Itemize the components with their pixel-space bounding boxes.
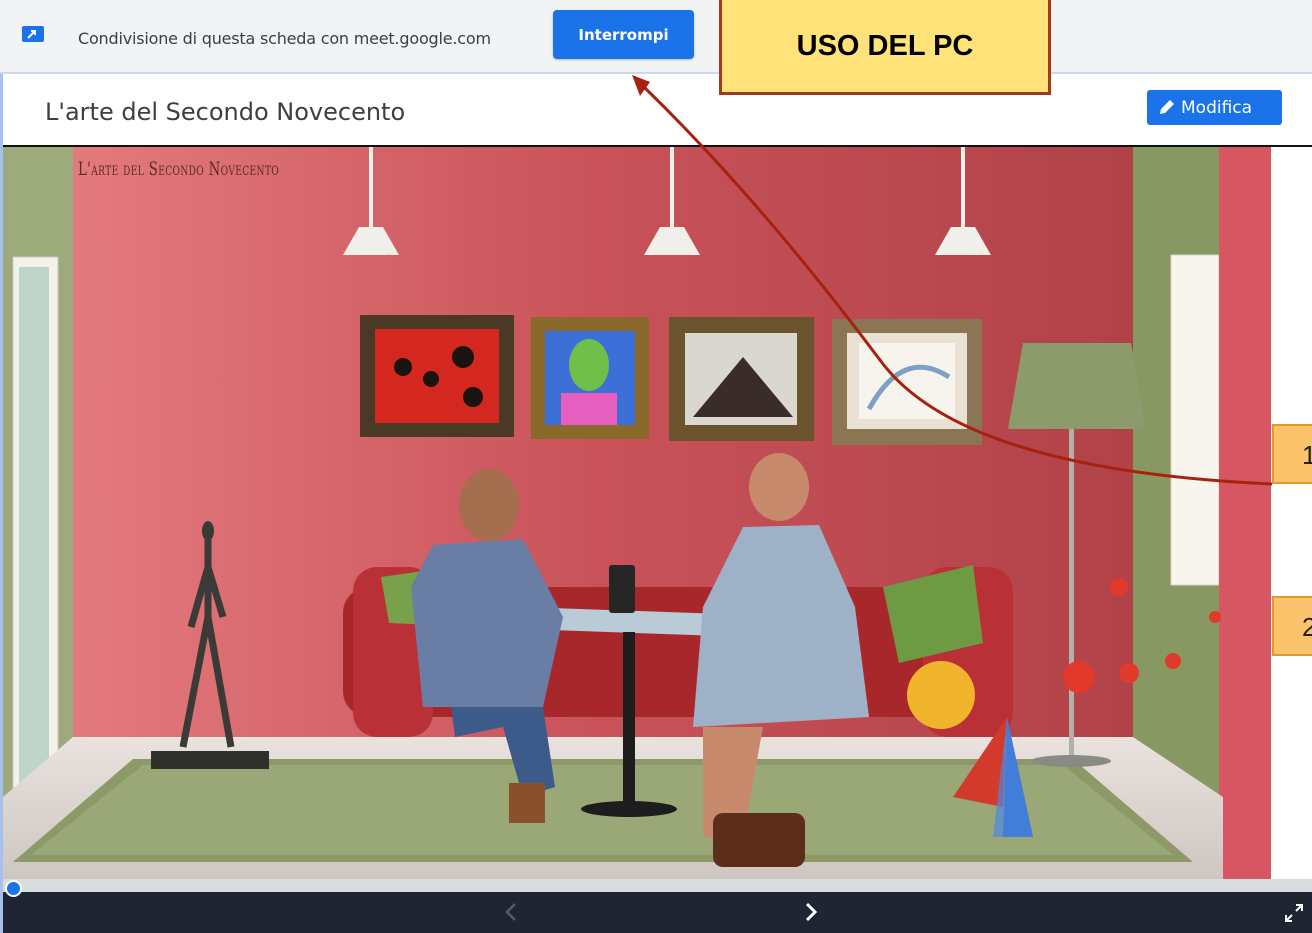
slide-progress-handle[interactable] [5,880,22,897]
presentation-window: L'arte del Secondo Novecento Modifica L'… [0,74,1312,933]
sharing-message: Condivisione di questa scheda con meet.g… [78,29,491,48]
presentation-header: L'arte del Secondo Novecento Modifica [3,74,1312,147]
fullscreen-icon[interactable] [1284,903,1304,923]
chevron-left-icon[interactable] [503,902,519,922]
screen-share-icon [22,26,44,42]
slide-progress-track[interactable] [3,879,1312,892]
presentation-title: L'arte del Secondo Novecento [45,98,406,126]
callout-number-1: 1 [1272,424,1312,484]
chevron-right-icon[interactable] [803,902,819,922]
tab-sharing-bar: Condivisione di questa scheda con meet.g… [0,0,1312,74]
callout-uso-del-pc: USO DEL PC [719,0,1051,95]
slide-illustration [3,147,1312,879]
slide-heading: L'arte del Secondo Novecento [78,158,280,180]
slide-controls [3,892,1312,933]
stop-sharing-button[interactable]: Interrompi [553,10,694,59]
pencil-icon [1160,100,1174,114]
slide-canvas: L'arte del Secondo Novecento [3,147,1312,879]
callout-number-2: 2 [1272,596,1312,656]
edit-button[interactable]: Modifica [1147,90,1282,125]
edit-button-label: Modifica [1181,97,1253,118]
